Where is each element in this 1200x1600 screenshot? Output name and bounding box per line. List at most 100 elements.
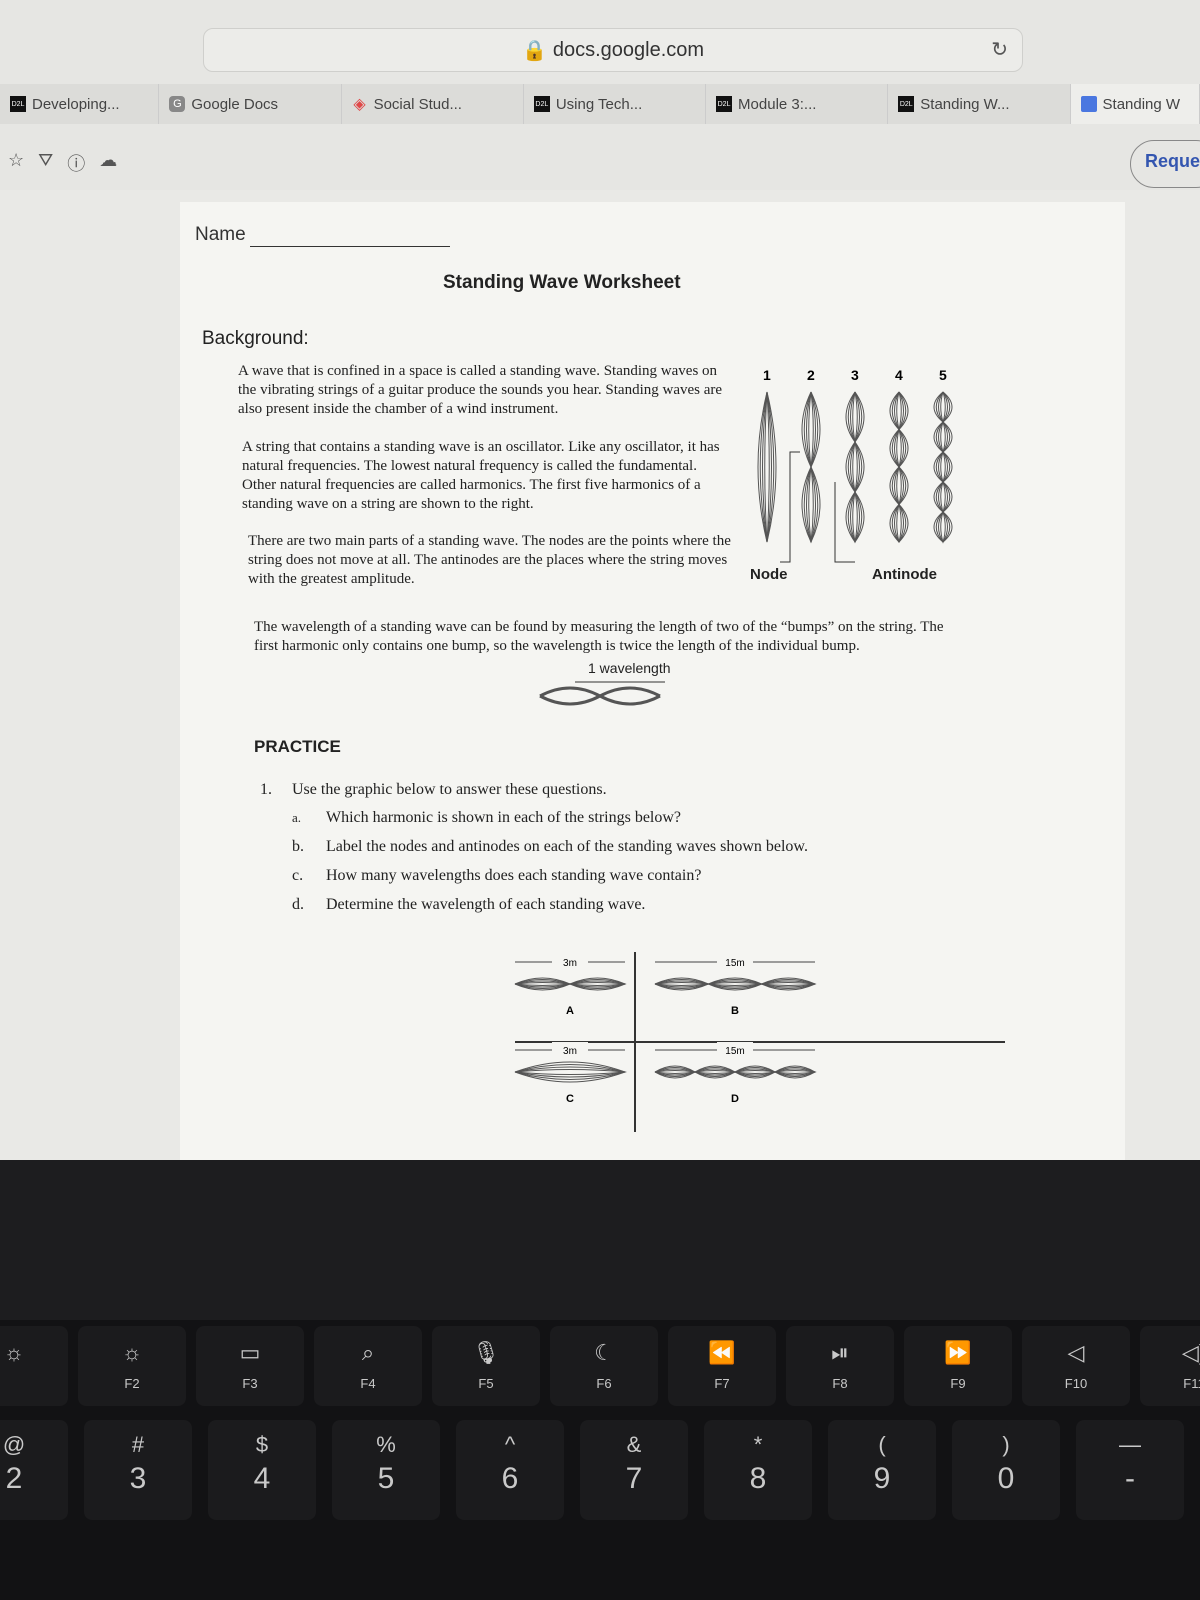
document-area: Name Standing Wave Worksheet Background:…	[0, 190, 1200, 1162]
key-label: F6	[596, 1376, 612, 1391]
key-number: 2	[5, 1462, 23, 1495]
wave-B-lobe	[761, 977, 817, 991]
request-button[interactable]: Reque	[1130, 140, 1200, 188]
wave-id-label: B	[731, 1005, 739, 1017]
sub-text: Label the nodes and antinodes on each of…	[326, 838, 808, 855]
key-8[interactable]: * 8	[704, 1420, 812, 1520]
wave-B-lobe	[654, 977, 710, 991]
tab-bar: D2L Developing... G Google Docs ◈ Social St…	[0, 84, 1200, 124]
mission-control-icon: ▭	[239, 1340, 261, 1365]
key-label: F10	[1064, 1376, 1088, 1391]
tab-social-studies[interactable]: ◈ Social Stud...	[341, 84, 524, 124]
key-f11[interactable]: ◁) F11	[1140, 1326, 1200, 1406]
antinode-label: Antinode	[872, 566, 937, 583]
harmonic-3-lobe	[845, 391, 865, 444]
node-label: Node	[750, 566, 788, 583]
star-icon[interactable]: ☆	[8, 150, 24, 176]
cloud-icon[interactable]: ☁	[99, 150, 117, 176]
address-bar[interactable]: 🔒 docs.google.com ↻	[203, 28, 1023, 72]
docs-toolbar: ☆ ⛛ ⓘ ☁	[8, 150, 117, 176]
key-f10[interactable]: ◁ F10	[1022, 1326, 1130, 1406]
harmonic-5-lobe	[933, 481, 953, 514]
key-label: F4	[360, 1376, 376, 1391]
length-label: 3m	[563, 958, 577, 969]
key-2[interactable]: @2	[0, 1420, 68, 1520]
tab-developing[interactable]: D2L Developing...	[0, 84, 160, 124]
key-f6[interactable]: ☾ F6	[550, 1326, 658, 1406]
keyboard: ☼☼F2▭F3⌕F4🎙F5☾F6⏪F7⏯F8⏩F9◁F10◁)F11@2#3$4…	[0, 1320, 1200, 1600]
key-symbol: *	[753, 1432, 763, 1457]
sub-letter: a.	[292, 810, 302, 825]
brightness-down-icon: ☼	[3, 1340, 25, 1365]
tab-label: Standing W...	[920, 95, 1010, 113]
docs-icon	[1080, 96, 1097, 112]
harmonic-number: 1	[763, 367, 771, 383]
harmonic-2-lobe	[801, 466, 821, 544]
key-symbol: #	[131, 1432, 145, 1457]
key-label: F2	[124, 1376, 140, 1391]
key-3[interactable]: #3	[84, 1420, 192, 1520]
sub-question-b: b. Label the nodes and antinodes on each …	[292, 837, 808, 866]
fast-forward-icon: ⏩	[944, 1340, 972, 1365]
sub-question-c: c. How many wavelengths does each standin…	[292, 866, 808, 895]
key-4[interactable]: $4	[208, 1420, 316, 1520]
tab-using-tech[interactable]: D2L Using Tech...	[523, 84, 707, 124]
key-label: F5	[478, 1376, 494, 1391]
tab-standing-w-d2l[interactable]: D2L Standing W...	[888, 84, 1071, 124]
key-symbol: %	[376, 1432, 396, 1457]
key-symbol: @	[2, 1432, 26, 1457]
volume-up-icon: ◁)	[1181, 1340, 1200, 1365]
wave-id-label: C	[566, 1093, 574, 1105]
url-text: docs.google.com	[552, 38, 705, 61]
d2l-icon: D2L	[898, 96, 915, 112]
play-pause-icon: ⏯	[831, 1340, 849, 1365]
tab-module-3[interactable]: D2L Module 3:...	[706, 84, 889, 124]
key--[interactable]: — -	[1076, 1420, 1184, 1520]
d2l-icon: D2L	[10, 96, 26, 112]
tab-label: Developing...	[32, 95, 120, 113]
harmonic-4-lobe	[889, 466, 909, 506]
key-0[interactable]: ) 0	[952, 1420, 1060, 1520]
key-f4[interactable]: ⌕ F4	[314, 1326, 422, 1406]
sub-text: Determine the wavelength of each standin…	[326, 896, 646, 913]
length-label: 15m	[725, 958, 744, 969]
node-pointer	[780, 451, 800, 563]
key-5[interactable]: % 5	[332, 1420, 440, 1520]
search-icon: ⌕	[361, 1340, 375, 1365]
tab-label: Social Stud...	[373, 95, 462, 113]
key-f9[interactable]: ⏩ F9	[904, 1326, 1012, 1406]
key-9[interactable]: (9	[828, 1420, 936, 1520]
tab-google-docs[interactable]: G Google Docs	[159, 84, 342, 124]
key-f8[interactable]: ⏯ F8	[786, 1326, 894, 1406]
key-7[interactable]: & 7	[580, 1420, 688, 1520]
question-1: Use the graphic below to answer these qu…	[292, 781, 607, 798]
key-number: 0	[997, 1462, 1015, 1495]
key-number: 8	[749, 1462, 767, 1495]
info-icon[interactable]: ⓘ	[67, 150, 85, 176]
harmonic-3-lobe	[845, 441, 865, 494]
browser-chrome: 🔒 docs.google.com ↻ D2L Developing... G Go…	[0, 0, 1200, 190]
document-page[interactable]: Name Standing Wave Worksheet Background:…	[180, 202, 1125, 1162]
reload-icon[interactable]: ↻	[991, 37, 1008, 62]
key-f1[interactable]: ☼	[0, 1326, 68, 1406]
waves-figure: 3m A 15m B 3m C 15m D	[514, 952, 1005, 1132]
length-label: 15m	[725, 1046, 744, 1057]
mute-icon: ◁	[1067, 1340, 1085, 1365]
key-6[interactable]: ^ 6	[456, 1420, 564, 1520]
key-f2[interactable]: ☼ F2	[78, 1326, 186, 1406]
harmonic-5-lobe	[933, 421, 953, 454]
sub-questions: a. Which harmonic is shown in each of the…	[292, 808, 808, 924]
tab-standing-w-docs[interactable]: Standing W	[1070, 84, 1200, 124]
harmonic-5-lobe	[933, 391, 953, 424]
paragraph-nodes: There are two main parts of a standing w…	[248, 533, 731, 587]
wave-A-lobe	[569, 977, 627, 991]
harmonic-5-lobe	[933, 451, 953, 484]
wave-D-lobe	[774, 1065, 817, 1079]
key-f3[interactable]: ▭ F3	[196, 1326, 304, 1406]
key-f7[interactable]: ⏪ F7	[668, 1326, 776, 1406]
rewind-icon: ⏪	[708, 1340, 736, 1365]
drive-icon[interactable]: ⛛	[38, 150, 53, 176]
key-number: 6	[501, 1462, 519, 1495]
key-f5[interactable]: 🎙 F5	[432, 1326, 540, 1406]
key-label: F7	[714, 1376, 730, 1391]
